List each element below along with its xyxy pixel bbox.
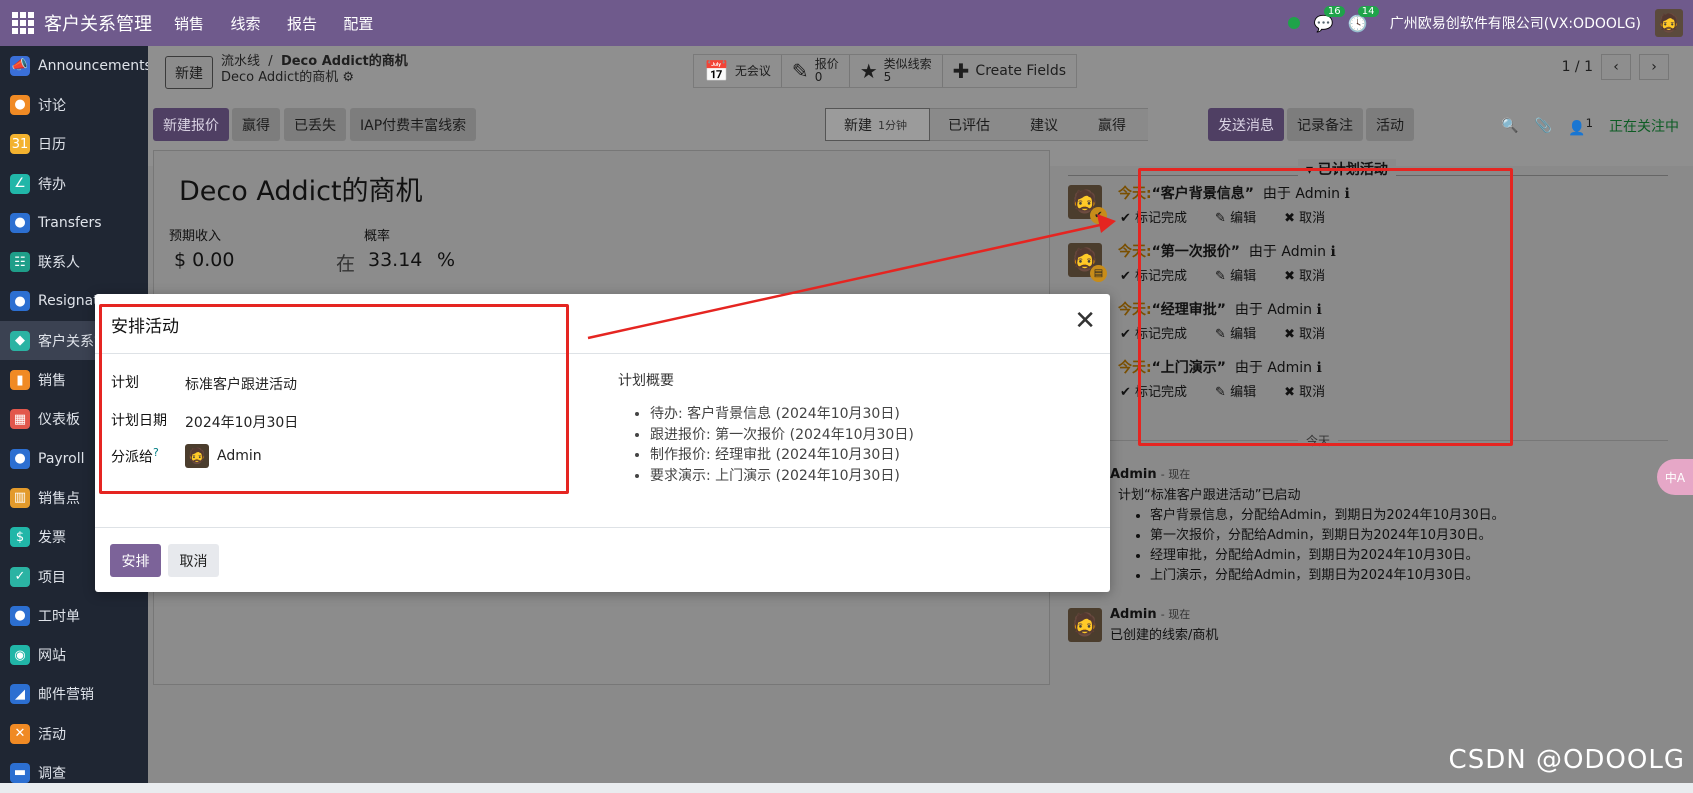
translate-button[interactable]: 中A [1657,459,1693,495]
annotation-arrow [587,214,1116,340]
watermark: CSDN @ODOOLG [1448,745,1685,775]
